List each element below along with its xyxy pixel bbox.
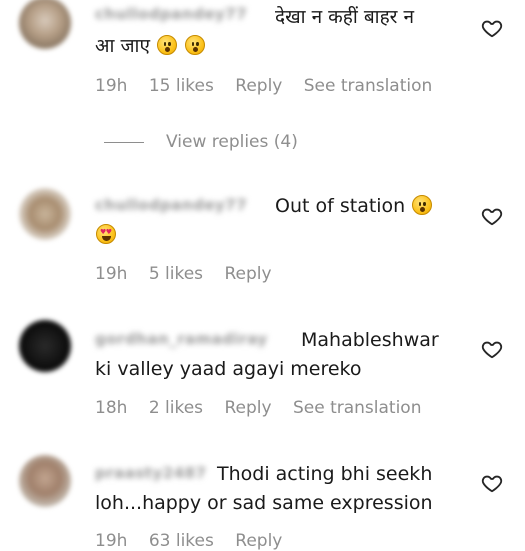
comment-meta: 19h 63 likes Reply (95, 531, 298, 551)
comment-meta: 19h 15 likes Reply See translation (95, 76, 448, 96)
see-translation-button[interactable]: See translation (293, 398, 422, 418)
likes-count[interactable]: 63 likes (149, 531, 214, 551)
comment-text: Mahableshwar ki valley yaad agayi mereko (95, 326, 439, 384)
heart-outline-icon[interactable] (481, 338, 503, 360)
comment-text-line-1: देखा न कहीं बाहर न (275, 6, 415, 28)
view-replies-label[interactable]: View replies (4) (166, 132, 298, 152)
view-replies[interactable]: View replies (4) (104, 131, 298, 153)
comment-text-line-2: ki valley yaad agayi mereko (95, 358, 362, 380)
timestamp: 19h (95, 531, 128, 551)
timestamp: 19h (95, 76, 128, 96)
avatar[interactable] (19, 320, 71, 372)
comment-text-line-1: Mahableshwar (301, 329, 439, 351)
likes-count[interactable]: 5 likes (149, 264, 203, 284)
heart-eyes-emoji: ♥ ♥ (96, 224, 116, 244)
avatar[interactable] (19, 0, 71, 49)
reply-button[interactable]: Reply (224, 264, 271, 284)
hushed-face-emoji (412, 195, 433, 215)
heart-outline-icon[interactable] (481, 17, 503, 39)
heart-outline-icon[interactable] (481, 472, 503, 494)
timestamp: 19h (95, 264, 128, 284)
hushed-face-emoji (185, 35, 206, 55)
likes-count[interactable]: 2 likes (149, 398, 203, 418)
comment-meta: 19h 5 likes Reply (95, 264, 288, 284)
comment-text-line-2: आ जाए (95, 35, 150, 57)
avatar[interactable] (19, 455, 71, 507)
comment-text-line-1: Thodi acting bhi seekh (217, 463, 433, 485)
avatar[interactable] (19, 188, 71, 240)
comment-text-line-1: Out of station (275, 195, 406, 217)
heart-outline-icon[interactable] (481, 205, 503, 227)
hushed-face-emoji (157, 35, 178, 55)
comment-meta: 18h 2 likes Reply See translation (95, 398, 437, 418)
see-translation-button[interactable]: See translation (304, 76, 433, 96)
comment-text: देखा न कहीं बाहर न आ जाए (95, 3, 414, 61)
divider (104, 141, 144, 143)
comment-text: Out of station ♥ ♥ (95, 192, 433, 250)
comment-text: Thodi acting bhi seekh loh...happy or sa… (95, 460, 433, 518)
comment-text-line-2: loh...happy or sad same expression (95, 492, 433, 514)
reply-button[interactable]: Reply (235, 76, 282, 96)
reply-button[interactable]: Reply (224, 398, 271, 418)
reply-button[interactable]: Reply (235, 531, 282, 551)
timestamp: 18h (95, 398, 128, 418)
likes-count[interactable]: 15 likes (149, 76, 214, 96)
